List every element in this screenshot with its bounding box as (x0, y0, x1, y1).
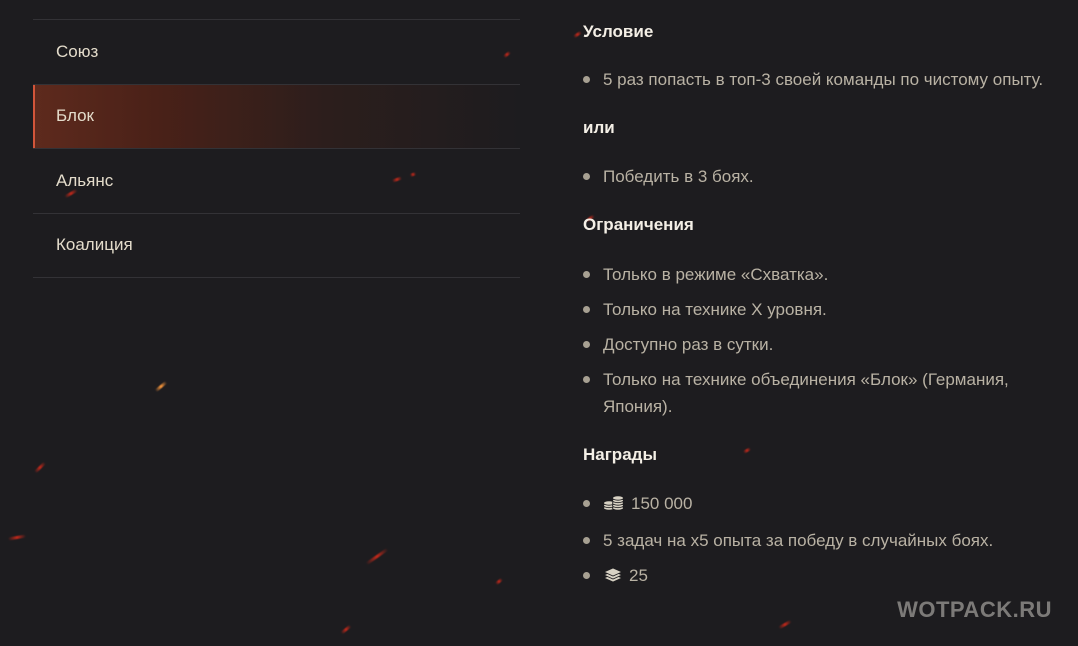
spark-decoration (340, 624, 352, 635)
list-item: Доступно раз в сутки. (583, 331, 1063, 358)
tab-label: Коалиция (56, 235, 133, 255)
list-item: Победить в 3 боях. (583, 163, 1063, 190)
alliance-tab-list: Союз Блок Альянс Коалиция (33, 19, 520, 278)
list-item: 5 задач на x5 опыта за победу в случайны… (583, 527, 1063, 554)
spark-decoration (7, 534, 27, 541)
list-item-text: 5 задач на x5 опыта за победу в случайны… (603, 531, 994, 550)
list-item-text: Только на технике объединения «Блок» (Ге… (603, 370, 1009, 416)
condition-heading: Условие (583, 22, 654, 41)
bullet-icon (583, 173, 590, 180)
tab-blok[interactable]: Блок (33, 84, 520, 149)
spark-decoration (494, 577, 504, 586)
site-watermark: WOTPACK.RU (897, 597, 1052, 622)
tab-label: Альянс (56, 170, 114, 190)
bullet-icon (583, 271, 590, 278)
blueprints-stack-icon (603, 564, 623, 591)
credits-coins-icon (603, 492, 625, 519)
list-item: 25 (583, 562, 1063, 591)
tab-label: Союз (56, 41, 99, 61)
list-item-text: 5 раз попасть в топ-3 своей команды по ч… (603, 70, 1044, 89)
bullet-icon (583, 572, 590, 579)
blueprints-value: 25 (629, 566, 648, 585)
bullet-icon (583, 500, 590, 507)
restrictions-heading: Ограничения (583, 215, 694, 234)
spark-decoration (154, 380, 168, 393)
rewards-list: 150 000 5 задач на x5 опыта за победу в … (583, 490, 1063, 591)
list-item-text: Только на технике X уровня. (603, 300, 827, 319)
bullet-icon (583, 76, 590, 83)
page: Союз Блок Альянс Коалиция Условие 5 раз … (0, 0, 1078, 646)
mission-details: Условие 5 раз попасть в топ-3 своей кома… (583, 20, 1063, 591)
bullet-icon (583, 341, 590, 348)
or-heading: или (583, 118, 615, 137)
condition-list: 5 раз попасть в топ-3 своей команды по ч… (583, 66, 1063, 93)
or-list: Победить в 3 боях. (583, 163, 1063, 190)
tab-alyans[interactable]: Альянс (33, 149, 520, 214)
restrictions-list: Только в режиме «Схватка». Только на тех… (583, 261, 1063, 420)
list-item: 150 000 (583, 490, 1063, 519)
spark-decoration (572, 30, 583, 39)
bullet-icon (583, 306, 590, 313)
spark-decoration (33, 461, 47, 474)
tab-koalitsiya[interactable]: Коалиция (33, 214, 520, 278)
tab-soyuz[interactable]: Союз (33, 20, 520, 85)
spark-decoration (778, 619, 792, 630)
list-item: 5 раз попасть в топ-3 своей команды по ч… (583, 66, 1063, 93)
rewards-heading: Награды (583, 445, 657, 464)
list-item-text: Победить в 3 боях. (603, 167, 754, 186)
list-item: Только в режиме «Схватка». (583, 261, 1063, 288)
list-item-text: Только в режиме «Схватка». (603, 265, 829, 284)
list-item: Только на технике X уровня. (583, 296, 1063, 323)
bullet-icon (583, 376, 590, 383)
credits-value: 150 000 (631, 494, 693, 513)
spark-decoration (365, 547, 389, 566)
tab-label: Блок (56, 106, 94, 126)
bullet-icon (583, 537, 590, 544)
list-item-text: Доступно раз в сутки. (603, 335, 774, 354)
list-item: Только на технике объединения «Блок» (Ге… (583, 366, 1063, 420)
